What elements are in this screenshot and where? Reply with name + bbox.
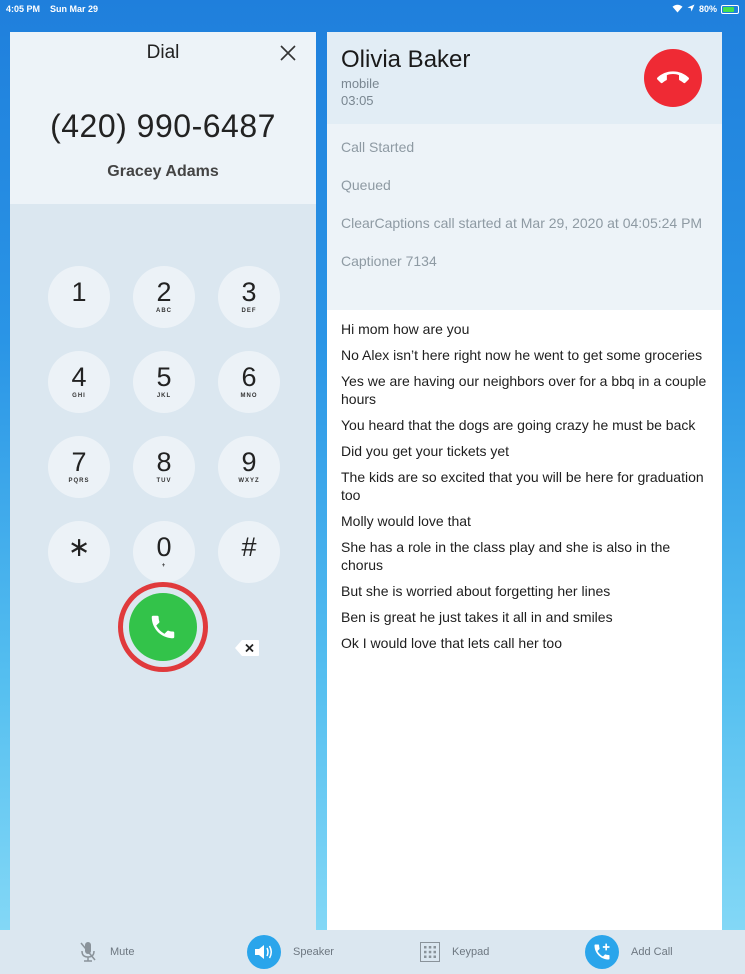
key-digit: ∗ <box>67 532 91 562</box>
keypad-icon <box>420 942 440 962</box>
key-letters: DEF <box>241 308 257 314</box>
key-letters: JKL <box>156 393 172 399</box>
keypad-button[interactable]: Keypad <box>420 930 489 974</box>
key-digit: 5 <box>156 362 172 392</box>
add-call-icon <box>594 943 610 960</box>
caption-line: She has a role in the class play and she… <box>341 539 671 573</box>
caption-transcript: Hi mom how are you No Alex isn’t here ri… <box>327 310 722 652</box>
battery-percent: 80% <box>698 4 717 14</box>
speaker-button[interactable]: Speaker <box>247 930 334 974</box>
status-queued: Queued <box>341 177 391 193</box>
dialed-number: (420) 990-6487 <box>50 108 276 144</box>
key-star[interactable]: ∗ <box>48 521 110 583</box>
add-call-button[interactable]: Add Call <box>585 930 673 974</box>
caption-line: Ok I would love that lets call her too <box>341 635 562 651</box>
dialed-contact-name: Gracey Adams <box>107 163 219 180</box>
battery-icon <box>721 4 739 14</box>
key-1[interactable]: 1 <box>48 266 110 328</box>
mute-button[interactable]: Mute <box>78 930 134 974</box>
key-6[interactable]: 6 MNO <box>218 351 280 413</box>
key-digit: 0 <box>156 532 172 562</box>
dial-title: Dial <box>146 42 180 63</box>
caption-line: No Alex isn’t here right now he went to … <box>341 347 703 363</box>
add-call-circle <box>585 935 619 969</box>
status-date: Sun Mar 29 <box>50 4 99 14</box>
key-letters: TUV <box>156 478 172 484</box>
key-letters: GHI <box>72 393 86 399</box>
mute-label: Mute <box>110 946 135 958</box>
key-3[interactable]: 3 DEF <box>218 266 280 328</box>
mute-microphone-icon <box>80 942 96 962</box>
backspace-icon <box>235 640 259 656</box>
keypad-label: Keypad <box>452 946 490 958</box>
speaker-label: Speaker <box>293 946 334 958</box>
key-digit: 9 <box>241 447 257 477</box>
key-letters: + <box>161 563 167 569</box>
key-digit: 2 <box>156 277 172 307</box>
dial-header: Dial (420) 990-6487 Gracey Adams <box>10 32 316 204</box>
caption-line: The kids are so excited that you will be… <box>341 469 704 503</box>
status-captioner: Captioner 7134 <box>341 253 437 269</box>
backspace-button[interactable] <box>232 634 262 662</box>
status-call-started: Call Started <box>341 139 415 155</box>
close-icon <box>280 45 296 61</box>
key-5[interactable]: 5 JKL <box>133 351 195 413</box>
key-0[interactable]: 0 + <box>133 521 195 583</box>
caption-line: Yes we are having our neighbors over for… <box>341 373 707 407</box>
key-9[interactable]: 9 WXYZ <box>218 436 280 498</box>
call-button-highlight <box>118 582 208 672</box>
key-digit: 7 <box>71 447 87 477</box>
close-dial-button[interactable] <box>274 38 302 66</box>
caller-header: Olivia Baker mobile 03:05 <box>327 32 722 124</box>
call-button[interactable] <box>129 593 197 661</box>
key-letters: WXYZ <box>238 478 260 484</box>
speaker-circle <box>247 935 281 969</box>
key-letters: MNO <box>240 393 258 399</box>
status-time: 4:05 PM <box>6 4 41 14</box>
speaker-icon <box>255 945 272 959</box>
caption-line: Molly would love that <box>341 513 471 529</box>
caption-line: Ben is great he just takes it all in and… <box>341 609 613 625</box>
status-call-info: ClearCaptions call started at Mar 29, 20… <box>341 215 703 231</box>
battery-level <box>723 6 735 12</box>
phone-icon <box>151 615 175 639</box>
key-digit: 4 <box>71 362 87 392</box>
call-toolbar: Mute Speaker Keypad Add Call <box>0 930 745 974</box>
key-digit: 8 <box>156 447 172 477</box>
key-7[interactable]: 7 PQRS <box>48 436 110 498</box>
key-letters: PQRS <box>68 478 90 484</box>
key-8[interactable]: 8 TUV <box>133 436 195 498</box>
caption-line: But she is worried about forgetting her … <box>341 583 611 599</box>
key-4[interactable]: 4 GHI <box>48 351 110 413</box>
dial-panel: Dial (420) 990-6487 Gracey Adams 1 2 ABC … <box>10 32 316 930</box>
caption-line: Hi mom how are you <box>341 321 470 337</box>
key-hash[interactable]: # <box>218 521 280 583</box>
add-call-label: Add Call <box>631 946 673 958</box>
caption-panel: Olivia Baker mobile 03:05 Call Started Q… <box>327 32 722 930</box>
key-letters: ABC <box>156 308 172 314</box>
wifi-icon <box>672 4 683 15</box>
key-digit: 3 <box>241 277 257 307</box>
key-2[interactable]: 2 ABC <box>133 266 195 328</box>
key-digit: # <box>241 532 257 562</box>
call-status-list: Call Started Queued ClearCaptions call s… <box>327 124 722 310</box>
key-digit: 1 <box>71 277 87 307</box>
location-icon <box>687 4 695 14</box>
hang-up-button[interactable] <box>644 49 702 107</box>
caption-line: You heard that the dogs are going crazy … <box>341 417 696 433</box>
caption-line: Did you get your tickets yet <box>341 443 510 459</box>
key-digit: 6 <box>241 362 257 392</box>
keypad: 1 2 ABC 3 DEF 4 GHI 5 JKL 6 MNO 7 PQRS 8 TUV 9W… <box>48 266 280 583</box>
status-bar: 4:05 PM Sun Mar 29 80% <box>0 0 745 18</box>
end-call-icon <box>657 71 689 84</box>
